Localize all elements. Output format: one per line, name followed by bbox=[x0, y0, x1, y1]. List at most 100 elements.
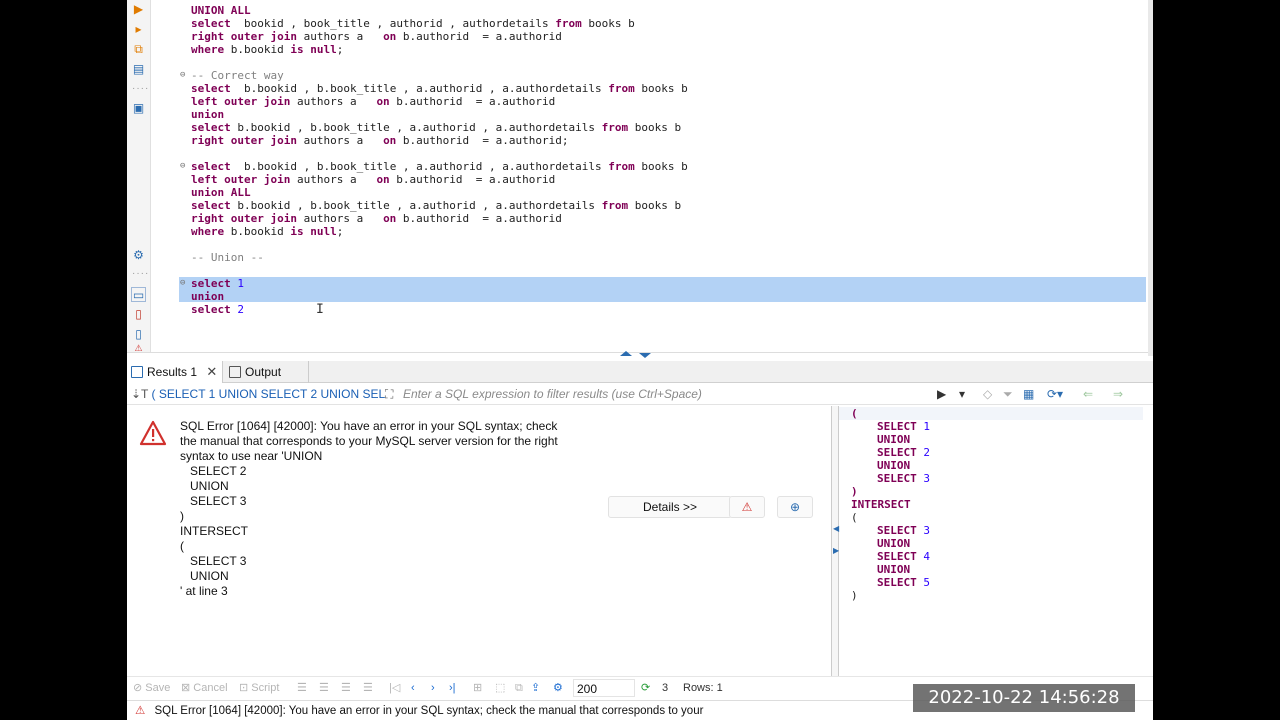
script-button[interactable]: ⊡ Script bbox=[239, 680, 279, 696]
back-arrow-icon[interactable]: ⇐ bbox=[1083, 386, 1093, 402]
file-script-icon[interactable]: ▯ bbox=[131, 327, 146, 342]
collapse-down-icon[interactable] bbox=[639, 353, 651, 358]
rows-count: Rows: 1 bbox=[683, 682, 723, 694]
sql-text: ) bbox=[851, 589, 858, 602]
sql-keyword: SELECT bbox=[877, 524, 917, 537]
sql-keyword: on bbox=[376, 173, 390, 186]
sql-keyword: select bbox=[191, 17, 231, 30]
results-vertical-splitter[interactable]: ◀ ▶ bbox=[831, 406, 839, 676]
code-line: -- Correct way bbox=[191, 69, 284, 82]
page-size-input[interactable]: 200 bbox=[573, 679, 635, 697]
grid-toggle-icon[interactable]: ⊞ bbox=[473, 680, 482, 696]
sql-text: b.bookid , b.book_title , a.authorid , a… bbox=[230, 199, 602, 212]
sql-keyword: from bbox=[555, 17, 582, 30]
sql-keyword: SELECT bbox=[877, 550, 917, 563]
sql-keyword: select bbox=[191, 199, 231, 212]
sql-keyword: select bbox=[191, 277, 231, 290]
result-panel-toggle-icon[interactable]: ▭ bbox=[131, 287, 146, 302]
fold-toggle-icon[interactable]: ⊖ bbox=[180, 160, 185, 173]
fold-toggle-icon[interactable]: ⊖ bbox=[180, 69, 185, 82]
sql-keyword: select bbox=[191, 82, 231, 95]
sql-editor[interactable]: UNION ALL select bookid , book_title , au… bbox=[151, 0, 1147, 350]
sql-keyword: union bbox=[191, 108, 225, 121]
filter-input[interactable]: Enter a SQL expression to filter results… bbox=[403, 383, 933, 405]
sql-keyword: UNION bbox=[877, 459, 911, 472]
collapse-up-icon[interactable] bbox=[620, 351, 632, 356]
tab-results-1[interactable]: Results 1 ✕ bbox=[127, 361, 223, 383]
execute-in-new-tab-icon[interactable]: ⧉ bbox=[131, 42, 146, 57]
erase-filter-icon[interactable]: ◇ bbox=[983, 386, 992, 402]
add-row-icon[interactable]: ☰ bbox=[319, 680, 329, 696]
select-area-icon[interactable]: ⬚ bbox=[495, 680, 505, 696]
refresh-icon[interactable]: ⟳ bbox=[641, 680, 650, 696]
code-line: right outer join authors a on b.authorid… bbox=[191, 134, 569, 147]
editor-side-toolbar: ▶ ▸ ⧉ ▤ ···· ▣ ⚙ ···· ▭ ▯ ▯ ⚠ bbox=[127, 0, 151, 356]
code-line: left outer join authors a on b.authorid … bbox=[191, 95, 555, 108]
file-lock-icon[interactable]: ▯ bbox=[131, 307, 146, 322]
panels-icon[interactable]: ▦ bbox=[1023, 386, 1034, 402]
refresh-settings-icon[interactable]: ⟳▾ bbox=[1047, 386, 1063, 402]
sql-keyword: select bbox=[191, 121, 231, 134]
sql-keyword: from bbox=[601, 199, 629, 212]
fetch-size-gear-icon[interactable]: ⚙ bbox=[553, 680, 563, 696]
code-line: UNION ALL bbox=[191, 4, 251, 17]
sql-text: b.bookid , b.book_title , a.authorid , a… bbox=[230, 82, 609, 95]
delete-row-icon[interactable]: ☰ bbox=[363, 680, 373, 696]
sql-keyword: right outer join bbox=[191, 134, 297, 147]
sql-text: ; bbox=[336, 43, 344, 56]
filter-history-dropdown-icon[interactable]: ▾ bbox=[959, 386, 965, 402]
settings-gear-icon[interactable]: ⚙ bbox=[131, 248, 146, 263]
sql-keyword: UNION ALL bbox=[191, 4, 251, 17]
query-line: SELECT 3 bbox=[877, 524, 930, 537]
code-line: select b.bookid , b.book_title , a.autho… bbox=[191, 82, 688, 95]
expand-icon[interactable]: ⛶ bbox=[385, 386, 393, 402]
sql-text: books b bbox=[628, 199, 682, 212]
query-line: SELECT 1 bbox=[877, 420, 930, 433]
code-line: union ALL bbox=[191, 186, 251, 199]
refresh-count: 3 bbox=[662, 682, 669, 694]
query-line: UNION bbox=[877, 537, 910, 550]
code-line: union bbox=[191, 290, 224, 303]
query-line: SELECT 3 bbox=[877, 472, 930, 485]
copy-icon[interactable]: ⧉ bbox=[515, 680, 523, 696]
sql-keyword: where bbox=[191, 43, 225, 56]
close-icon[interactable]: ✕ bbox=[206, 364, 217, 379]
error-log-button[interactable]: ⚠ bbox=[729, 496, 765, 518]
export-icon[interactable]: ⇪ bbox=[531, 680, 540, 696]
locate-error-button[interactable]: ⊕ bbox=[777, 496, 813, 518]
explain-plan-icon[interactable]: ▤ bbox=[131, 62, 146, 77]
sql-text: authors a bbox=[296, 134, 384, 147]
cancel-button[interactable]: ⊠ Cancel bbox=[181, 680, 228, 696]
editor-results-splitter[interactable] bbox=[127, 351, 1153, 360]
last-page-icon[interactable]: ›| bbox=[449, 680, 456, 696]
sql-keyword: on bbox=[376, 95, 390, 108]
tab-output[interactable]: Output bbox=[225, 361, 309, 383]
query-line: UNION bbox=[877, 563, 910, 576]
sql-keyword: from bbox=[608, 160, 635, 173]
funnel-icon[interactable]: ⏷ bbox=[1003, 386, 1013, 402]
sql-keyword: union ALL bbox=[191, 186, 251, 199]
first-page-icon[interactable]: |◁ bbox=[389, 680, 400, 696]
code-line: right outer join authors a on b.authorid… bbox=[191, 212, 562, 225]
sql-keyword: from bbox=[601, 121, 629, 134]
toolbar-separator: ···· bbox=[132, 268, 150, 279]
terminal-icon[interactable]: ▣ bbox=[131, 101, 146, 116]
run-statement-icon[interactable]: ▶ bbox=[131, 2, 146, 17]
next-page-icon[interactable]: › bbox=[431, 680, 435, 696]
sql-text: authors a bbox=[296, 212, 384, 225]
save-button[interactable]: ⊘ Save bbox=[133, 680, 170, 696]
sql-keyword: is null bbox=[290, 43, 337, 56]
previous-page-icon[interactable]: ‹ bbox=[411, 680, 415, 696]
sql-keyword: SELECT bbox=[877, 576, 917, 589]
run-script-icon[interactable]: ▸ bbox=[131, 22, 146, 37]
query-text: ( SELECT 1 UNION SELECT 2 UNION SEL bbox=[151, 387, 386, 401]
fold-toggle-icon[interactable]: ⊖ bbox=[180, 277, 185, 290]
edit-row-icon[interactable]: ☰ bbox=[297, 680, 307, 696]
copy-row-icon[interactable]: ☰ bbox=[341, 680, 351, 696]
forward-arrow-icon[interactable]: ⇒ bbox=[1113, 386, 1123, 402]
details-button[interactable]: Details >> bbox=[608, 496, 732, 518]
warning-icon: ⚠ bbox=[741, 500, 753, 514]
toolbar-separator: ···· bbox=[132, 83, 150, 94]
apply-filter-icon[interactable]: ▶ bbox=[937, 386, 946, 402]
query-text-label[interactable]: ⇣T ( SELECT 1 UNION SELECT 2 UNION SEL bbox=[131, 383, 385, 405]
